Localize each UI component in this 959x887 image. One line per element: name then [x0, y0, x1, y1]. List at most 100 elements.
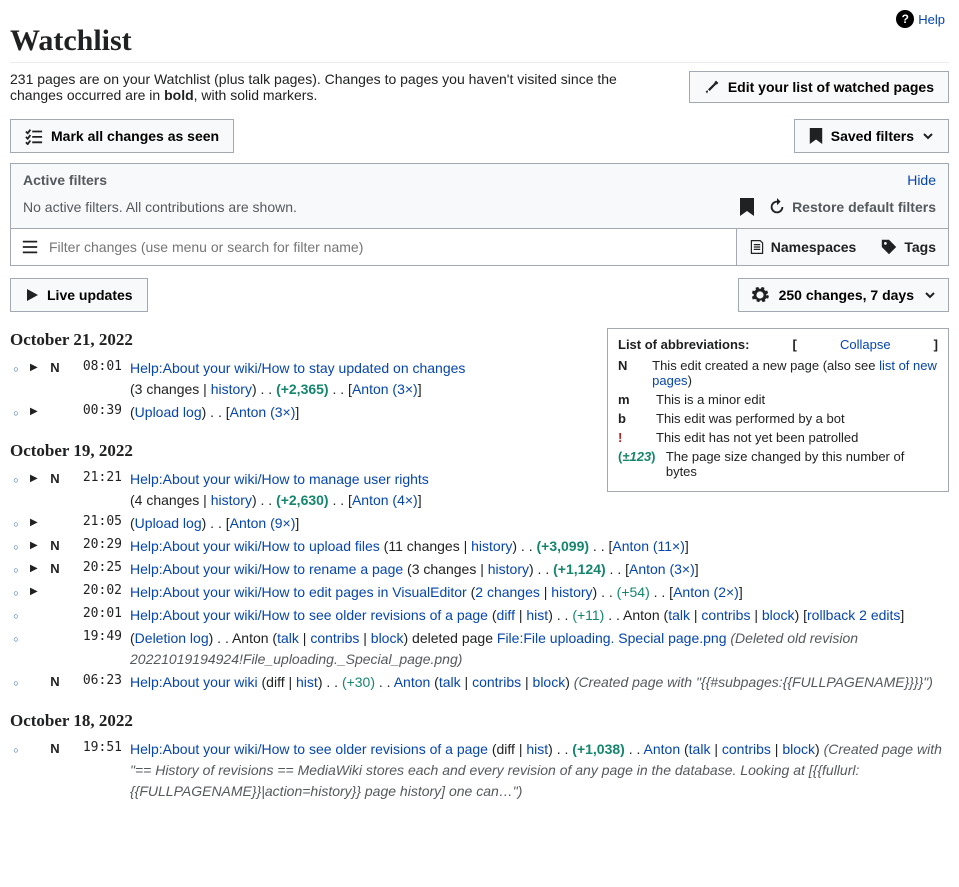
expand-toggle[interactable] [30, 513, 40, 528]
expand-toggle[interactable] [30, 559, 40, 574]
contribs-link[interactable]: contribs [722, 741, 771, 757]
history-link[interactable]: history [211, 492, 252, 508]
changes-link[interactable]: 2 changes [475, 584, 540, 600]
live-updates-button[interactable]: Live updates [10, 278, 148, 312]
new-page-flag: N [48, 469, 62, 486]
user-link[interactable]: Anton (11×) [612, 538, 685, 554]
tags-button[interactable]: Tags [868, 229, 948, 265]
contribs-link[interactable]: contribs [472, 674, 521, 690]
seen-marker [10, 402, 22, 418]
new-page-flag: N [48, 536, 62, 553]
tag-icon [880, 238, 898, 256]
page-link[interactable]: Help:About your wiki/How to see older re… [130, 741, 488, 757]
upload-log-link[interactable]: Upload log [135, 515, 202, 531]
hist-link[interactable]: hist [526, 607, 548, 623]
block-link[interactable]: block [762, 607, 795, 623]
change-entry: 19:49 (Deletion log) . . Anton (talk | c… [10, 628, 949, 670]
change-entry: N 19:51 Help:About your wiki/How to see … [10, 739, 949, 802]
hist-link[interactable]: hist [526, 741, 548, 757]
user-link[interactable]: Anton (3×) [230, 404, 296, 420]
contribs-link[interactable]: contribs [701, 607, 750, 623]
namespaces-button[interactable]: Namespaces [737, 229, 869, 265]
user-link[interactable]: Anton (2×) [673, 584, 739, 600]
saved-filters-button[interactable]: Saved filters [794, 119, 949, 153]
history-link[interactable]: history [211, 381, 252, 397]
watchlist-summary: 231 pages are on your Watchlist (plus ta… [10, 71, 650, 103]
user-link[interactable]: Anton (3×) [352, 381, 418, 397]
change-entry: N 06:23 Help:About your wiki (diff | his… [10, 672, 949, 693]
hist-link[interactable]: hist [296, 674, 318, 690]
help-link[interactable]: Help [918, 12, 945, 27]
history-link[interactable]: history [471, 538, 512, 554]
article-icon [749, 239, 765, 255]
change-entry: 20:02 Help:About your wiki/How to edit p… [10, 582, 949, 603]
change-entry: N 20:29 Help:About your wiki/How to uplo… [10, 536, 949, 557]
page-title: Watchlist [10, 24, 949, 63]
block-link[interactable]: block [782, 741, 815, 757]
help-icon: ? [896, 10, 914, 28]
new-page-flag: N [48, 672, 62, 689]
legend-collapse-link[interactable]: Collapse [840, 337, 891, 352]
talk-link[interactable]: talk [689, 741, 711, 757]
change-entry: N 21:21 Help:About your wiki/How to mana… [10, 469, 595, 511]
expand-toggle[interactable] [30, 469, 40, 484]
pencil-icon [704, 79, 720, 95]
rollback-link[interactable]: rollback 2 edits [807, 607, 900, 623]
new-page-flag: N [48, 739, 62, 756]
restore-icon [768, 198, 786, 216]
upload-log-link[interactable]: Upload log [135, 404, 202, 420]
user-link[interactable]: Anton (4×) [352, 492, 418, 508]
bookmark-icon [809, 128, 823, 144]
gear-icon [751, 286, 769, 304]
change-entry: 21:05 (Upload log) . . [Anton (9×)] [10, 513, 949, 534]
change-entry: 00:39 (Upload log) . . [Anton (3×)] [10, 402, 595, 423]
active-filters-title: Active filters [23, 172, 107, 188]
contribs-link[interactable]: contribs [310, 630, 359, 646]
talk-link[interactable]: talk [668, 607, 690, 623]
new-page-flag: N [48, 358, 62, 375]
expand-toggle[interactable] [30, 402, 40, 417]
history-link[interactable]: history [551, 584, 592, 600]
filter-changes-input[interactable] [49, 229, 726, 265]
change-time: 00:39 [70, 402, 122, 418]
user-link[interactable]: Anton (9×) [230, 515, 296, 531]
page-link[interactable]: Help:About your wiki/How to rename a pag… [130, 561, 403, 577]
seen-marker [10, 358, 22, 374]
block-link[interactable]: block [371, 630, 404, 646]
expand-toggle[interactable] [30, 536, 40, 551]
change-entry: N 20:25 Help:About your wiki/How to rena… [10, 559, 949, 580]
file-link[interactable]: File:File uploading. Special page.png [497, 630, 727, 646]
expand-toggle[interactable] [30, 582, 40, 597]
history-link[interactable]: history [488, 561, 529, 577]
restore-default-filters-button[interactable]: Restore default filters [768, 198, 936, 216]
page-link[interactable]: Help:About your wiki/How to upload files [130, 538, 380, 554]
chevron-down-icon [922, 130, 934, 142]
user-link[interactable]: Anton (3×) [629, 561, 695, 577]
talk-link[interactable]: talk [277, 630, 299, 646]
changes-settings-button[interactable]: 250 changes, 7 days [738, 278, 949, 312]
expand-toggle[interactable] [30, 358, 40, 373]
bookmark-icon[interactable] [740, 198, 754, 216]
edit-watched-pages-button[interactable]: Edit your list of watched pages [689, 71, 949, 103]
talk-link[interactable]: talk [439, 674, 461, 690]
hide-filters-link[interactable]: Hide [907, 172, 936, 188]
change-time: 08:01 [70, 358, 122, 374]
page-link[interactable]: Help:About your wiki/How to stay updated… [130, 360, 465, 376]
block-link[interactable]: block [533, 674, 566, 690]
menu-icon[interactable] [21, 238, 39, 256]
page-link[interactable]: Help:About your wiki/How to edit pages i… [130, 584, 467, 600]
page-link[interactable]: Help:About your wiki/How to manage user … [130, 471, 429, 487]
mark-all-seen-button[interactable]: Mark all changes as seen [10, 119, 234, 153]
filters-panel: Active filters Hide No active filters. A… [10, 163, 949, 266]
deletion-log-link[interactable]: Deletion log [135, 630, 209, 646]
chevron-down-icon [924, 289, 936, 301]
page-link[interactable]: Help:About your wiki [130, 674, 258, 690]
user-link[interactable]: Anton [644, 741, 681, 757]
user-link[interactable]: Anton [394, 674, 431, 690]
diff-link[interactable]: diff [497, 607, 515, 623]
abbreviation-legend: List of abbreviations: [Collapse] NThis … [607, 328, 949, 492]
page-link[interactable]: Help:About your wiki/How to see older re… [130, 607, 488, 623]
active-filters-body-text: No active filters. All contributions are… [23, 199, 297, 215]
change-entry: N 08:01 Help:About your wiki/How to stay… [10, 358, 595, 400]
checklist-icon [25, 127, 43, 145]
